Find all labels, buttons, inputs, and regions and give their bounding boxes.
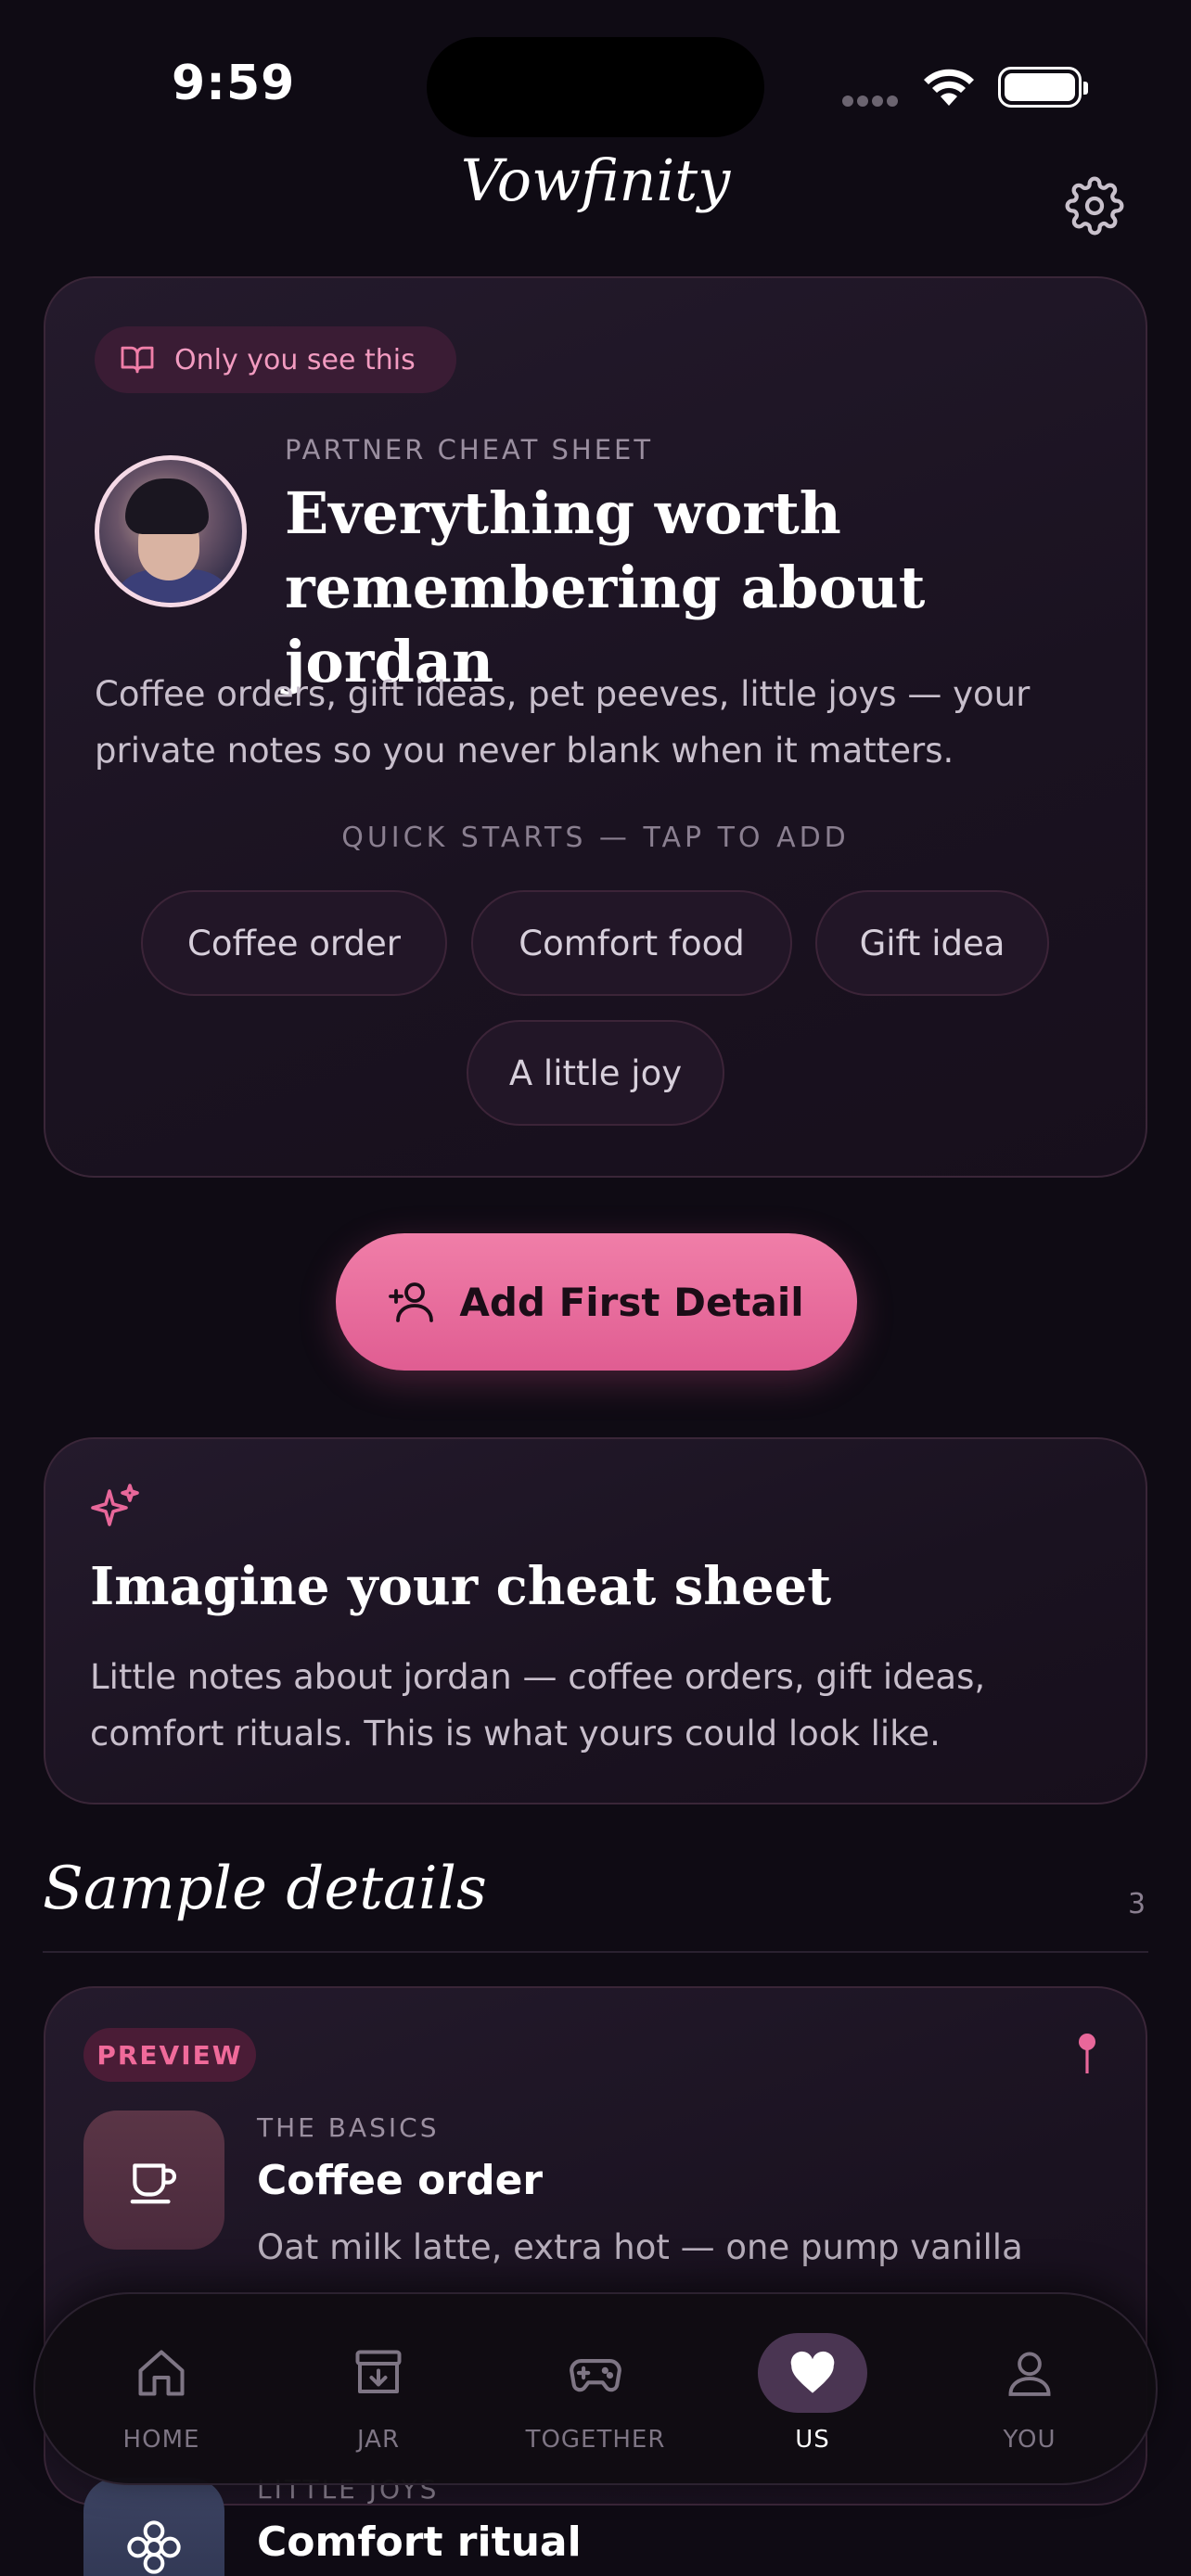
add-person-icon: [389, 1282, 434, 1322]
detail-title: Coffee order: [257, 2157, 544, 2204]
quick-starts-label: QUICK STARTS — TAP TO ADD: [341, 822, 850, 854]
privacy-label: Only you see this: [174, 343, 416, 376]
heart-icon: [790, 2351, 835, 2393]
chip-little-joy[interactable]: A little joy: [467, 1020, 724, 1126]
tab-us[interactable]: US: [720, 2294, 905, 2487]
chip-comfort-food[interactable]: Comfort food: [471, 890, 792, 996]
dynamic-island: [427, 37, 764, 137]
detail-title: Comfort ritual: [257, 2519, 582, 2566]
home-icon: [138, 2350, 185, 2396]
tab-jar-label: JAR: [356, 2426, 401, 2454]
jar-box-icon: [355, 2350, 402, 2393]
wifi-icon: [924, 69, 974, 106]
detail-description: Oat milk latte, extra hot — one pump van…: [257, 2227, 1023, 2267]
tab-home-label: HOME: [122, 2426, 200, 2454]
battery-icon: [998, 67, 1088, 108]
tab-you[interactable]: YOU: [937, 2294, 1122, 2487]
tab-jar[interactable]: JAR: [286, 2294, 471, 2487]
sample-details-title: Sample details: [43, 1855, 487, 1923]
tab-you-label: YOU: [1003, 2426, 1057, 2454]
chip-coffee-order[interactable]: Coffee order: [141, 890, 447, 996]
cellular-signal-icon: [842, 93, 903, 107]
imagine-text: Little notes about jordan — coffee order…: [90, 1657, 986, 1753]
tab-us-label: US: [795, 2426, 830, 2454]
status-time: 9:59: [172, 56, 296, 111]
app-title: Vowfinity: [460, 147, 731, 214]
preview-badge: PREVIEW: [83, 2028, 256, 2082]
privacy-badge: Only you see this: [95, 326, 456, 393]
cheat-sheet-eyebrow: PARTNER CHEAT SHEET: [285, 434, 654, 465]
section-divider: [43, 1951, 1148, 1953]
status-bar: 9:59: [0, 0, 1191, 148]
tab-bar: HOME JAR TOGETHER US YOU: [33, 2292, 1158, 2485]
chip-gift-idea[interactable]: Gift idea: [815, 890, 1049, 996]
detail-category: THE BASICS: [257, 2112, 440, 2143]
sample-details-count: 3: [1128, 1888, 1146, 1920]
add-first-detail-button[interactable]: Add First Detail: [336, 1233, 857, 1371]
coffee-cup-icon: [83, 2111, 224, 2250]
tab-home[interactable]: HOME: [69, 2294, 254, 2487]
pin-icon[interactable]: [1076, 2033, 1098, 2075]
cheat-sheet-intro: Coffee orders, gift ideas, pet peeves, l…: [95, 674, 1031, 771]
tab-together-label: TOGETHER: [525, 2426, 666, 2454]
gamepad-icon: [570, 2359, 621, 2392]
open-book-icon: [121, 346, 154, 374]
add-first-detail-label: Add First Detail: [459, 1279, 804, 1325]
gear-icon[interactable]: [1065, 176, 1124, 236]
tab-together[interactable]: TOGETHER: [503, 2294, 688, 2487]
person-icon: [1008, 2352, 1051, 2396]
imagine-heading: Imagine your cheat sheet: [90, 1556, 832, 1617]
sparkles-icon: [91, 1484, 139, 1526]
partner-avatar[interactable]: [95, 455, 247, 607]
flower-icon: [83, 2478, 224, 2576]
